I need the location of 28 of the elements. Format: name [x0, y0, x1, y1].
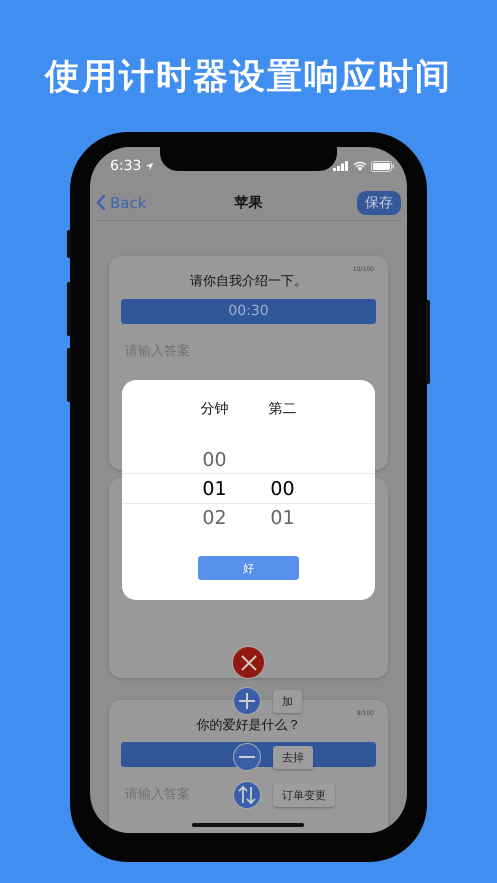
save-button[interactable]: 保存	[357, 190, 401, 214]
picker-value[interactable]: 02	[202, 504, 227, 533]
wifi-icon	[353, 161, 367, 171]
picker-value[interactable]: 00	[202, 446, 227, 475]
picker-column-label: 第二	[268, 400, 296, 419]
location-arrow-icon	[145, 162, 154, 170]
plus-icon	[238, 692, 256, 710]
battery-icon	[371, 160, 395, 172]
question-text: 你的爱好是什么？	[196, 717, 302, 735]
headline: 使用计时器设置响应时间	[45, 56, 452, 98]
menu-label[interactable]: 去掉	[273, 746, 313, 768]
menu-label[interactable]: 加	[273, 690, 302, 712]
timer-bar[interactable]: 00:30	[121, 299, 376, 324]
close-icon	[240, 654, 258, 672]
ok-button[interactable]: 好	[198, 556, 299, 580]
picker-column-label: 分钟	[200, 400, 228, 419]
signal-icon	[333, 161, 349, 171]
add-button[interactable]	[233, 687, 261, 715]
picker-value[interactable]: 01	[270, 504, 295, 533]
up-down-arrows-icon	[237, 785, 257, 805]
minus-icon	[238, 755, 256, 759]
status-time: 6:33	[110, 158, 142, 174]
nav-title: 苹果	[234, 194, 262, 212]
picker-value[interactable]: 01	[202, 475, 227, 504]
question-text: 请你自我介绍一下。	[189, 273, 308, 291]
chevron-left-icon	[96, 194, 106, 211]
menu-label[interactable]: 订单变更	[273, 784, 335, 806]
picker-value[interactable]: 00	[270, 475, 295, 504]
